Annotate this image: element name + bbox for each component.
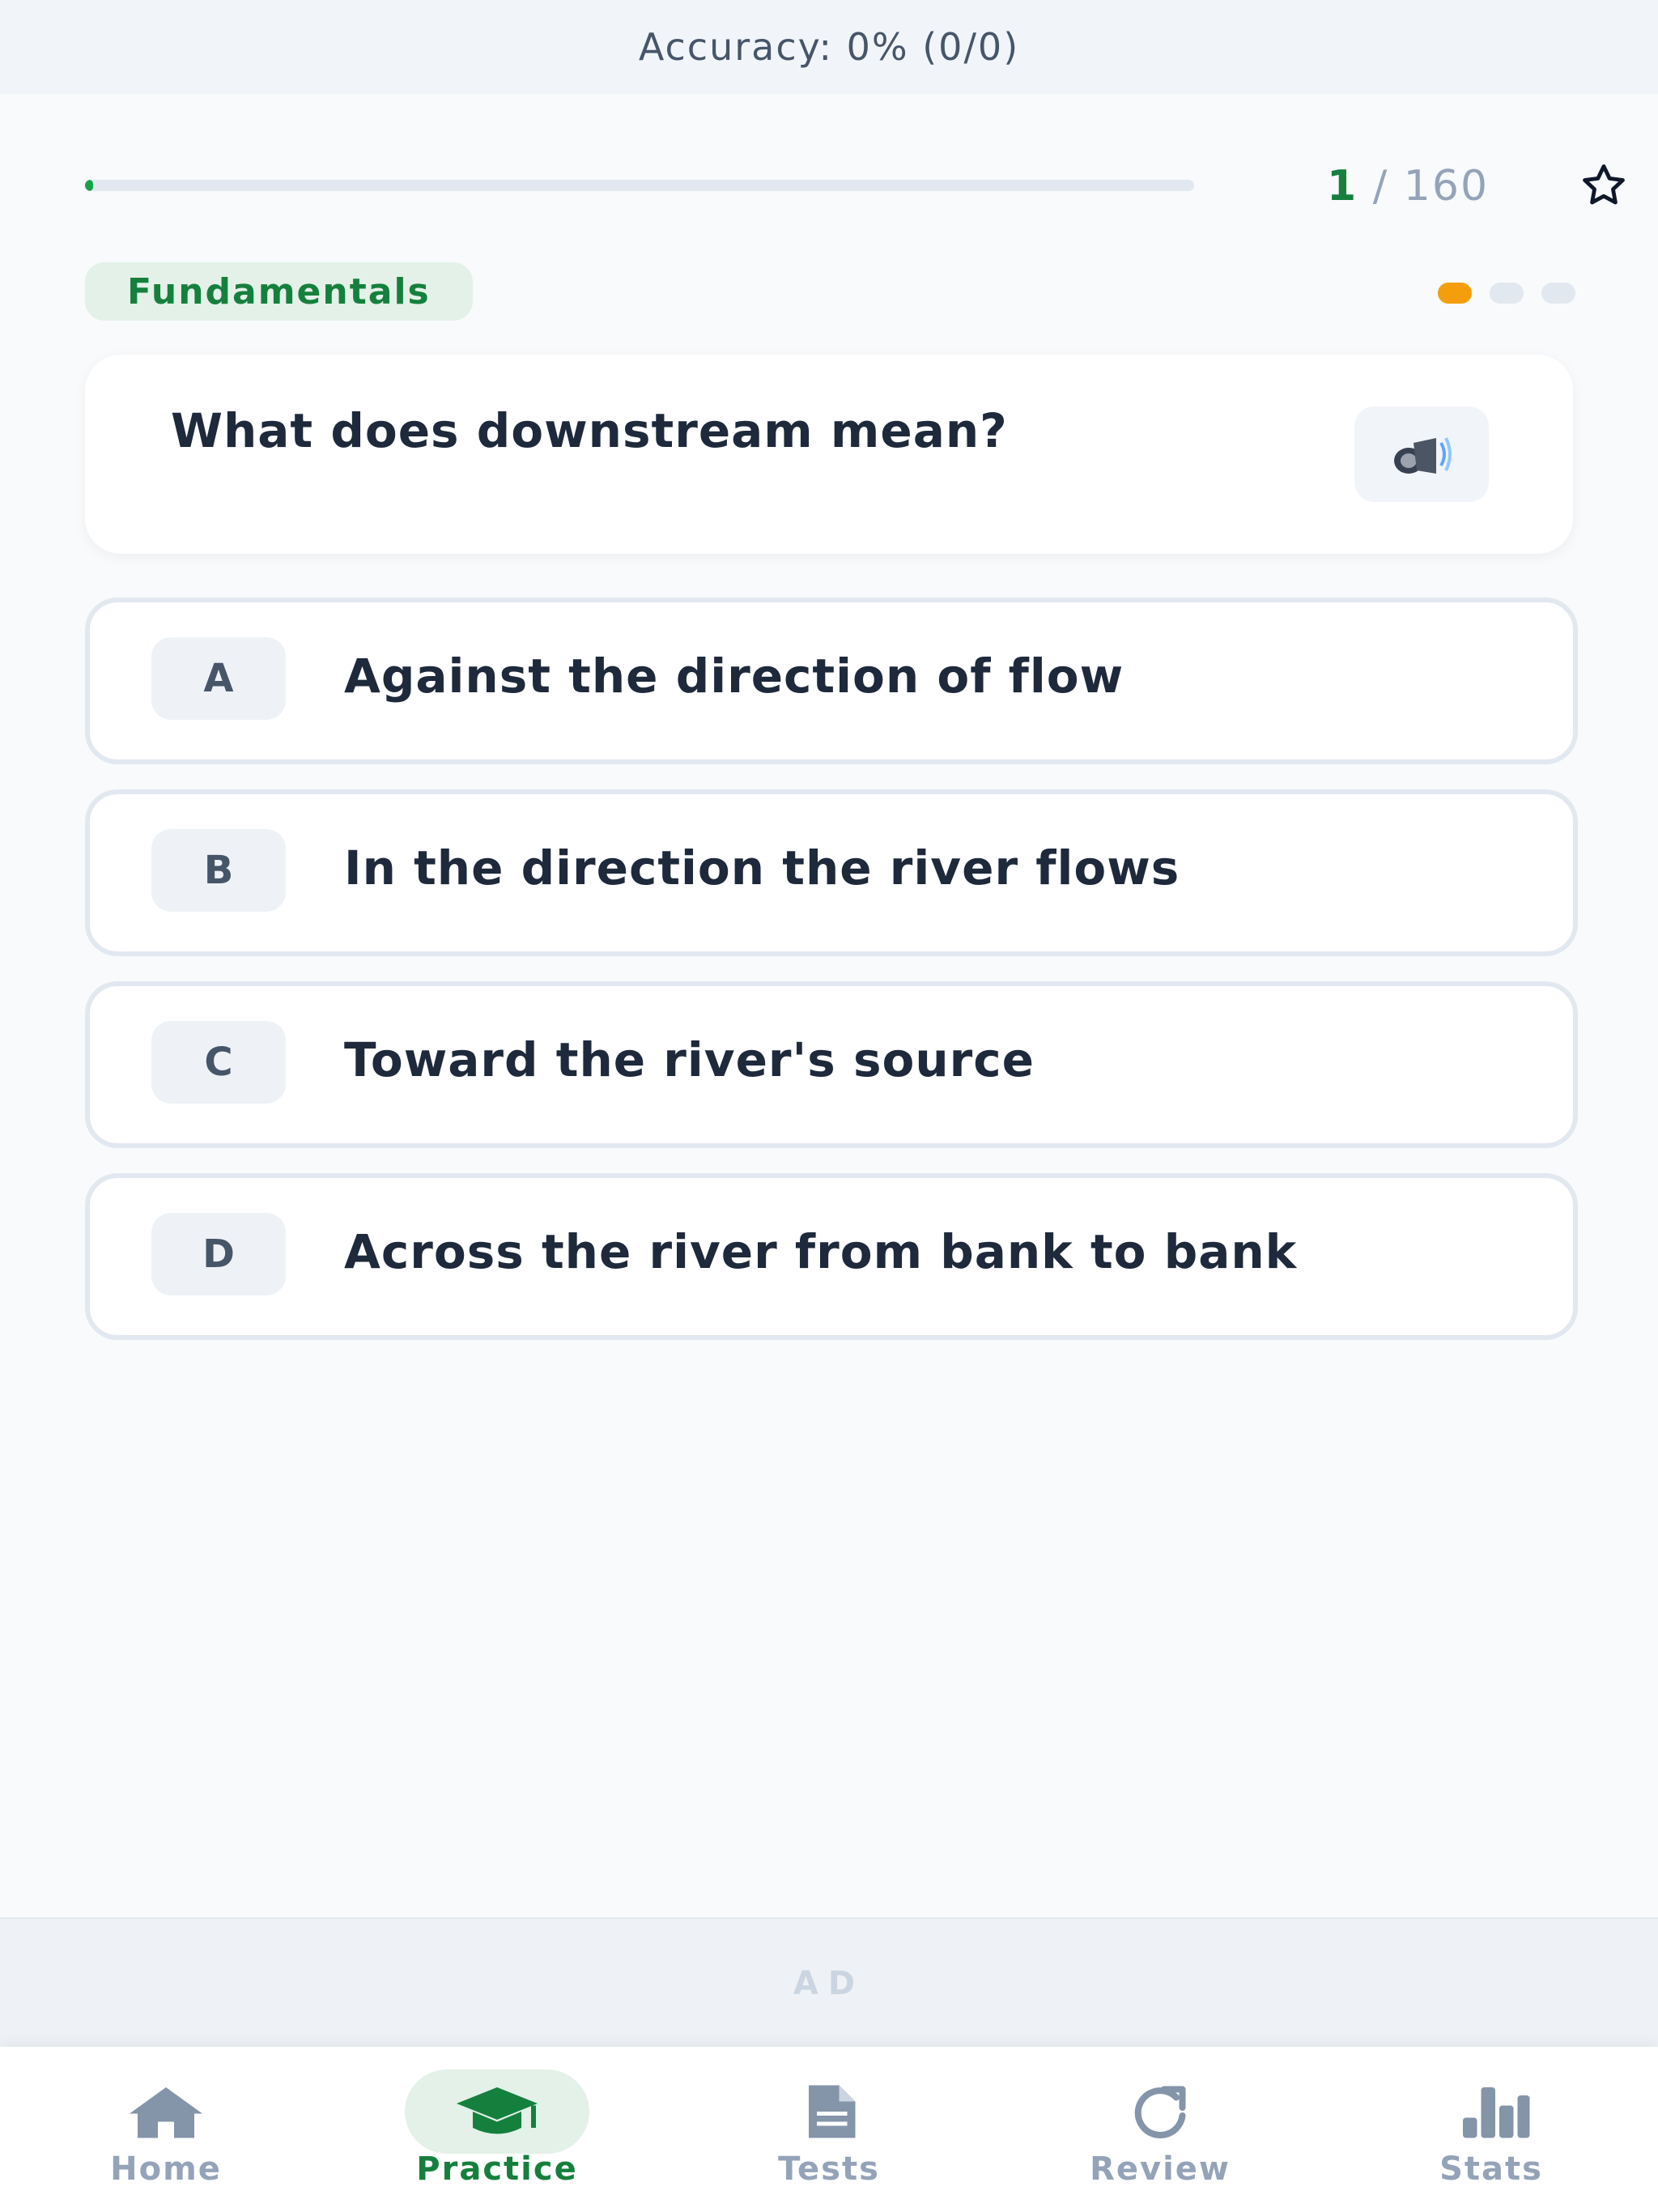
total-question-count: 160 <box>1403 162 1490 211</box>
tab-label: Review <box>1090 2150 1231 2188</box>
tab-label: Practice <box>416 2150 578 2188</box>
category-badge: Fundamentals <box>85 262 473 321</box>
option-text: Across the river from bank to bank <box>344 1224 1298 1279</box>
favorite-button[interactable] <box>1567 160 1641 212</box>
option-letter-badge: C <box>151 1021 286 1104</box>
option-text: In the direction the river flows <box>344 840 1180 895</box>
page-dot <box>1541 283 1575 304</box>
tab-review[interactable]: Review <box>1031 2047 1290 2212</box>
tab-icon-container <box>1068 2069 1252 2154</box>
accuracy-text: Accuracy: 0% (0/0) <box>638 25 1020 69</box>
answer-option-c[interactable]: C Toward the river's source <box>85 981 1578 1148</box>
tab-icon-container <box>74 2069 258 2154</box>
option-letter-badge: B <box>151 829 286 912</box>
tab-stats[interactable]: Stats <box>1362 2047 1621 2212</box>
answer-option-b[interactable]: B In the direction the river flows <box>85 789 1578 956</box>
current-question-number: 1 <box>1327 162 1358 211</box>
tab-label: Stats <box>1439 2150 1543 2188</box>
page-dots <box>1438 283 1575 304</box>
ad-banner[interactable]: AD <box>0 1917 1658 2048</box>
tab-label: Home <box>110 2150 222 2188</box>
tab-icon-container <box>737 2069 921 2154</box>
page-dot-active <box>1438 283 1472 304</box>
accuracy-bar: Accuracy: 0% (0/0) <box>0 0 1658 94</box>
speaker-icon <box>1394 437 1452 474</box>
page-dot <box>1490 283 1524 304</box>
tab-label: Tests <box>778 2150 880 2188</box>
tab-home[interactable]: Home <box>36 2047 295 2212</box>
bottom-tab-bar: Home Practice Tests Review Stats <box>0 2047 1658 2212</box>
tab-icon-container <box>405 2069 589 2154</box>
counter-separator: / <box>1372 162 1389 211</box>
answer-option-d[interactable]: D Across the river from bank to bank <box>85 1173 1578 1340</box>
star-outline-icon <box>1583 164 1625 205</box>
progress-row: 1 / 160 <box>85 162 1625 211</box>
refresh-icon <box>1134 2086 1186 2139</box>
question-card: What does downstream mean? <box>85 355 1573 554</box>
ad-label: AD <box>793 1965 865 2002</box>
progress-bar <box>85 180 1194 191</box>
document-icon <box>809 2085 856 2138</box>
answer-option-a[interactable]: A Against the direction of flow <box>85 598 1578 764</box>
question-counter: 1 / 160 <box>1327 162 1489 211</box>
bar-chart-icon <box>1463 2087 1530 2138</box>
tab-tests[interactable]: Tests <box>699 2047 959 2212</box>
home-icon <box>130 2087 202 2138</box>
tab-icon-container <box>1399 2069 1584 2154</box>
option-text: Against the direction of flow <box>344 649 1124 704</box>
tab-practice[interactable]: Practice <box>368 2047 627 2212</box>
option-letter-badge: A <box>151 637 286 720</box>
question-text: What does downstream mean? <box>171 403 1008 458</box>
option-text: Toward the river's source <box>344 1032 1035 1087</box>
option-letter-badge: D <box>151 1213 286 1295</box>
graduation-cap-icon <box>457 2087 538 2134</box>
progress-fill <box>85 180 93 191</box>
audio-button[interactable] <box>1354 406 1489 502</box>
